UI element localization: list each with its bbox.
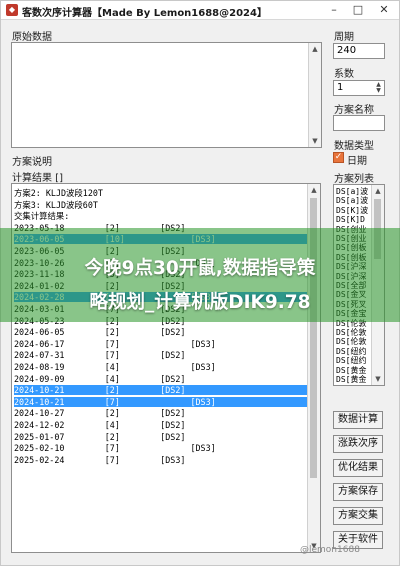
result-row[interactable]: 2024-06-05 [2] [DS2] bbox=[14, 327, 307, 337]
plan-list-item[interactable]: DS[伦敦 bbox=[336, 328, 372, 337]
raw-data-scrollbar[interactable]: ▲ ▼ bbox=[308, 43, 321, 147]
period-label: 周期 bbox=[334, 32, 354, 43]
result-row[interactable]: 2024-07-31 [7] [DS2] bbox=[14, 350, 307, 360]
maximize-button[interactable]: □ bbox=[347, 1, 369, 19]
title-bar: ◆ 客数次序计算器【Made By Lemon1688@2024】 – □ ✕ bbox=[1, 1, 399, 20]
plan-list-item[interactable]: DS[K]D bbox=[336, 215, 372, 224]
app-icon: ◆ bbox=[6, 4, 18, 16]
watermark: @lemon1688 bbox=[300, 545, 360, 555]
save-plan-button[interactable]: 方案保存 bbox=[333, 483, 383, 501]
plan-list-item[interactable]: DS[a]波 bbox=[336, 196, 372, 205]
plan-list-item[interactable]: DS[K]波 bbox=[336, 206, 372, 215]
daily-label: 日期 bbox=[347, 156, 367, 167]
result-label: 计算结果 [] bbox=[12, 173, 63, 184]
minimize-button[interactable]: – bbox=[323, 1, 345, 19]
plan-list-label: 方案列表 bbox=[334, 174, 374, 185]
result-row[interactable]: 方案2: KLJD波段120T bbox=[14, 188, 307, 198]
plan-name-input[interactable] bbox=[333, 115, 385, 131]
rise-fall-order-button[interactable]: 涨跌次序 bbox=[333, 435, 383, 453]
result-row[interactable]: 2024-09-09 [4] [DS2] bbox=[14, 374, 307, 384]
scroll-down-arrow-icon[interactable]: ▼ bbox=[309, 135, 321, 147]
result-row[interactable]: 2025-02-10 [7] [DS3] bbox=[14, 443, 307, 453]
result-row[interactable]: 2024-06-17 [7] [DS3] bbox=[14, 339, 307, 349]
plan-description-label: 方案说明 bbox=[12, 157, 52, 168]
scroll-up-arrow-icon[interactable]: ▲ bbox=[372, 185, 384, 197]
plan-list-item[interactable]: DS[伦敦 bbox=[336, 337, 372, 346]
promo-line-2: 略规划_计算机版DIK9.78 bbox=[89, 292, 311, 313]
window-title: 客数次序计算器【Made By Lemon1688@2024】 bbox=[22, 8, 267, 19]
scroll-up-arrow-icon[interactable]: ▲ bbox=[308, 184, 320, 196]
close-button[interactable]: ✕ bbox=[373, 1, 395, 19]
raw-data-textarea[interactable]: ▲ ▼ bbox=[11, 42, 322, 148]
calculate-button[interactable]: 数据计算 bbox=[333, 411, 383, 429]
optimize-result-button[interactable]: 优化结果 bbox=[333, 459, 383, 477]
plan-list-item[interactable]: DS[黄金 bbox=[336, 375, 372, 384]
result-row[interactable]: 2024-12-02 [4] [DS2] bbox=[14, 420, 307, 430]
plan-list-item[interactable]: DS[纽约 bbox=[336, 347, 372, 356]
result-row[interactable]: 交集计算结果: bbox=[14, 211, 307, 221]
param-stepper[interactable]: ▲ ▼ bbox=[374, 82, 383, 94]
param-input[interactable]: 1 ▲ ▼ bbox=[333, 80, 385, 96]
data-type-label: 数据类型 bbox=[334, 141, 374, 152]
plan-name-label: 方案名称 bbox=[334, 105, 374, 116]
result-row[interactable]: 2024-08-19 [4] [DS3] bbox=[14, 362, 307, 372]
result-row[interactable]: 方案3: KLJD波段60T bbox=[14, 200, 307, 210]
scroll-up-arrow-icon[interactable]: ▲ bbox=[309, 43, 321, 55]
result-row[interactable]: 2024-10-27 [2] [DS2] bbox=[14, 408, 307, 418]
param-label: 系数 bbox=[334, 69, 354, 80]
result-row[interactable]: 2025-02-24 [7] [DS3] bbox=[14, 455, 307, 465]
raw-data-label: 原始数据 bbox=[12, 32, 52, 43]
result-row[interactable]: 2024-10-21 [2] [DS2] bbox=[14, 385, 307, 396]
plan-list-item[interactable]: DS[a]波 bbox=[336, 187, 372, 196]
scroll-down-arrow-icon[interactable]: ▼ bbox=[372, 373, 384, 385]
plan-list-item[interactable]: DS[纽约 bbox=[336, 356, 372, 365]
result-row[interactable]: 2024-10-21 [7] [DS3] bbox=[14, 396, 307, 407]
plan-list-item[interactable]: DS[黄金 bbox=[336, 366, 372, 375]
param-value: 1 bbox=[337, 82, 344, 93]
result-row[interactable]: 2025-01-07 [2] [DS2] bbox=[14, 432, 307, 442]
promo-line-1: 今晚9点30开鼠,数据指导策 bbox=[84, 258, 316, 279]
period-input[interactable]: 240 bbox=[333, 43, 385, 59]
promo-banner: 今晚9点30开鼠,数据指导策 略规划_计算机版DIK9.78 bbox=[0, 228, 400, 322]
plan-intersection-button[interactable]: 方案交集 bbox=[333, 507, 383, 525]
daily-checkbox[interactable]: ✓ bbox=[333, 152, 344, 163]
